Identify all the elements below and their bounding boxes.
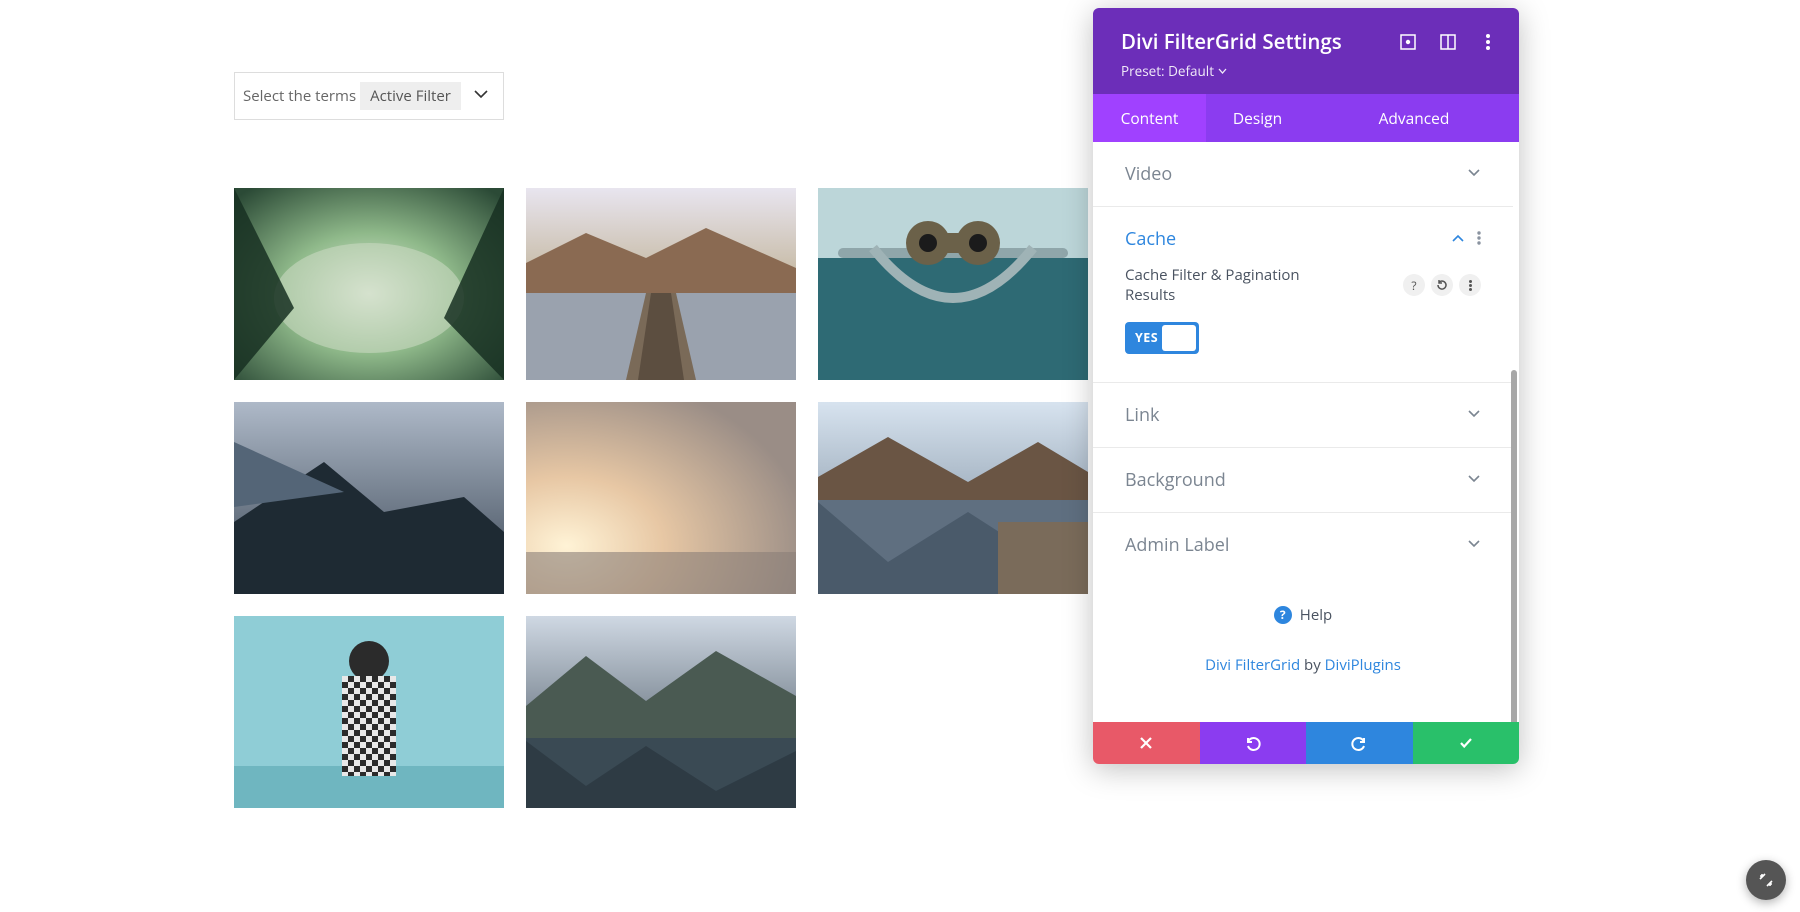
chevron-down-icon <box>1467 163 1481 185</box>
product-link[interactable]: Divi FilterGrid <box>1205 655 1300 675</box>
section-cache-title: Cache <box>1125 227 1176 251</box>
section-cache[interactable]: Cache <box>1093 207 1513 261</box>
grid-tile[interactable] <box>526 402 796 594</box>
panel-body: Video Cache Cache Filter & Pagination <box>1093 142 1519 722</box>
author-link[interactable]: DiviPlugins <box>1325 655 1401 675</box>
panel-tabs: Content Design Advanced <box>1093 94 1519 142</box>
section-admin-label[interactable]: Admin Label <box>1093 513 1513 577</box>
save-button[interactable] <box>1413 722 1520 764</box>
preset-selector[interactable]: Preset: Default <box>1121 62 1497 80</box>
scrollbar[interactable] <box>1511 370 1517 722</box>
columns-icon[interactable] <box>1439 33 1457 51</box>
tab-advanced[interactable]: Advanced <box>1309 94 1519 142</box>
chevron-down-icon <box>1467 404 1481 426</box>
grid-tile[interactable] <box>818 188 1088 380</box>
panel-title: Divi FilterGrid Settings <box>1121 28 1342 56</box>
section-video[interactable]: Video <box>1093 142 1513 207</box>
chevron-up-icon <box>1451 228 1465 250</box>
section-video-title: Video <box>1125 162 1172 186</box>
grid-tile[interactable] <box>526 616 796 808</box>
chevron-down-icon <box>1467 534 1481 556</box>
tab-content[interactable]: Content <box>1093 94 1206 142</box>
terms-placeholder: Select the terms <box>243 86 356 106</box>
expand-icon[interactable] <box>1399 33 1417 51</box>
settings-panel: Divi FilterGrid Settings <box>1093 8 1519 764</box>
redo-button[interactable] <box>1306 722 1413 764</box>
panel-header: Divi FilterGrid Settings <box>1093 8 1519 94</box>
image-grid <box>234 188 1093 808</box>
grid-tile[interactable] <box>234 402 504 594</box>
cache-setting-label: Cache Filter & Pagination Results <box>1125 265 1325 306</box>
active-filter-chip[interactable]: Active Filter <box>360 82 461 110</box>
section-background[interactable]: Background <box>1093 448 1513 513</box>
section-link-title: Link <box>1125 403 1159 427</box>
more-icon[interactable] <box>1479 33 1497 51</box>
cache-section-body: Cache Filter & Pagination Results ? <box>1093 261 1513 383</box>
tab-design[interactable]: Design <box>1206 94 1309 142</box>
toggle-label: YES <box>1135 329 1158 346</box>
page-canvas: Select the terms Active Filter <box>0 0 1093 912</box>
section-admin-label-title: Admin Label <box>1125 533 1229 557</box>
reset-icon[interactable] <box>1431 274 1453 296</box>
cache-toggle[interactable]: YES <box>1125 322 1199 354</box>
cancel-button[interactable] <box>1093 722 1200 764</box>
terms-select[interactable]: Select the terms Active Filter <box>234 72 504 120</box>
grid-tile[interactable] <box>818 402 1088 594</box>
panel-footer <box>1093 722 1519 764</box>
help-badge-icon: ? <box>1274 606 1292 624</box>
grid-tile[interactable] <box>526 188 796 380</box>
resize-handle[interactable] <box>1746 860 1786 900</box>
help-icon[interactable]: ? <box>1403 274 1425 296</box>
grid-tile[interactable] <box>234 616 504 808</box>
section-background-title: Background <box>1125 468 1226 492</box>
credit-line: Divi FilterGrid by DiviPlugins <box>1093 637 1513 675</box>
chevron-down-icon <box>1467 469 1481 491</box>
preset-label: Preset: Default <box>1121 62 1214 80</box>
setting-more-icon[interactable] <box>1459 274 1481 296</box>
help-link[interactable]: ? Help <box>1093 577 1513 637</box>
section-link[interactable]: Link <box>1093 383 1513 448</box>
grid-tile[interactable] <box>234 188 504 380</box>
chevron-down-icon <box>473 86 489 107</box>
undo-button[interactable] <box>1200 722 1307 764</box>
toggle-knob <box>1162 325 1196 351</box>
section-more-icon[interactable] <box>1477 228 1481 250</box>
help-label: Help <box>1300 605 1332 625</box>
